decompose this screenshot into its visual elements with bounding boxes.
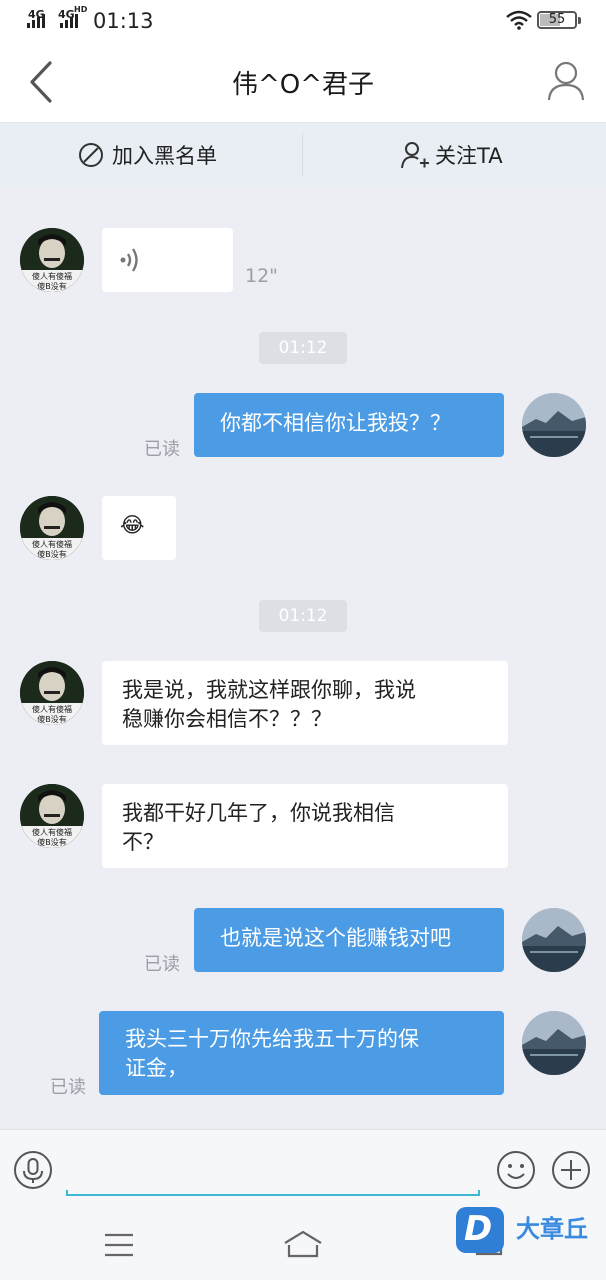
message-text-line: 我是说，我就这样跟你聊，我说 [122,678,416,702]
action-divider [302,133,303,177]
read-status: 已读 [50,1077,86,1098]
avatar-caption-2: 傻B没有 [37,715,67,724]
self-avatar[interactable] [522,908,586,972]
message-text-line: 我都干好几年了，你说我相信 [122,801,395,825]
chat-area[interactable]: 傻人有傻福 傻B没有 12" 01:12 已读 你都不相信你让我投？？ 傻人有傻… [0,187,606,1129]
contact-avatar[interactable]: 傻人有傻福 傻B没有 [20,784,84,848]
contact-avatar[interactable]: 傻人有傻福 傻B没有 [20,661,84,725]
signal-bars-icon [27,14,49,28]
add-person-icon [401,142,429,169]
watermark-logo-letter: D [464,1209,493,1249]
input-bar [0,1129,606,1210]
menu-icon[interactable] [103,1232,135,1258]
follow-button[interactable]: 关注TA [400,123,503,187]
message-input[interactable] [66,1190,480,1196]
battery-indicator: 55 [537,11,581,29]
status-time: 01:13 [93,9,154,33]
emoji-tears-of-joy: 😂 [120,513,145,537]
avatar-caption-1: 傻人有傻福 [32,705,72,714]
wifi-icon [506,10,532,30]
status-bar: 4G 4G HD 01:13 55 [0,0,606,40]
self-avatar[interactable] [522,393,586,457]
time-separator: 01:12 [259,600,347,632]
read-status: 已读 [144,954,180,975]
self-avatar[interactable] [522,1011,586,1075]
watermark-text: 大章丘 [516,1215,588,1243]
avatar-caption-2: 傻B没有 [37,838,67,847]
voice-wave-icon [120,248,138,272]
signal-bars-icon-2 [60,14,82,28]
follow-label: 关注TA [435,144,503,168]
battery-level: 55 [548,12,566,27]
voice-message-bubble[interactable] [102,228,233,292]
avatar-caption-1: 傻人有傻福 [32,540,72,549]
message-bubble-contact[interactable]: 我都干好几年了，你说我相信 不？ [102,784,508,868]
contact-avatar[interactable]: 傻人有傻福 傻B没有 [20,496,84,560]
block-icon [79,143,103,167]
message-bubble-contact[interactable]: 我是说，我就这样跟你聊，我说 稳赚你会相信不？？？ [102,661,508,745]
action-bar: 加入黑名单 关注TA [0,122,606,187]
plus-icon[interactable] [551,1150,591,1190]
message-bubble-self[interactable]: 我头三十万你先给我五十万的保 证金， [99,1011,504,1095]
emoji-icon[interactable] [496,1150,536,1190]
microphone-icon[interactable] [13,1150,53,1190]
add-blacklist-button[interactable]: 加入黑名单 [78,123,217,187]
home-icon[interactable] [282,1229,324,1259]
message-text-line: 证金， [125,1056,188,1080]
watermark-logo: D 大章丘 [456,1205,606,1257]
avatar-caption-2: 傻B没有 [37,282,67,291]
message-bubble-self[interactable]: 也就是说这个能赚钱对吧 [194,908,504,972]
message-text-line: 不？ [122,830,164,854]
chat-title: 伟^O^君子 [231,70,375,100]
profile-icon[interactable] [546,60,586,102]
message-text-line: 我头三十万你先给我五十万的保 [125,1027,419,1051]
voice-duration: 12" [245,265,278,287]
contact-avatar[interactable]: 傻人有傻福 傻B没有 [20,228,84,292]
avatar-caption-1: 傻人有傻福 [32,272,72,281]
time-separator: 01:12 [259,332,347,364]
system-navigation-bar: D 大章丘 [0,1207,606,1280]
avatar-caption-1: 傻人有傻福 [32,828,72,837]
message-bubble-self[interactable]: 你都不相信你让我投？？ [194,393,504,457]
chat-header: 伟^O^君子 [0,40,606,122]
read-status: 已读 [144,439,180,460]
add-blacklist-label: 加入黑名单 [112,144,217,168]
avatar-caption-2: 傻B没有 [37,550,67,559]
message-text-line: 稳赚你会相信不？？？ [122,707,332,731]
message-text: 你都不相信你让我投？？ [220,411,451,435]
signal-hd-label: HD [74,5,88,14]
message-text: 也就是说这个能赚钱对吧 [220,926,451,950]
emoji-message-bubble[interactable]: 😂 [102,496,176,560]
